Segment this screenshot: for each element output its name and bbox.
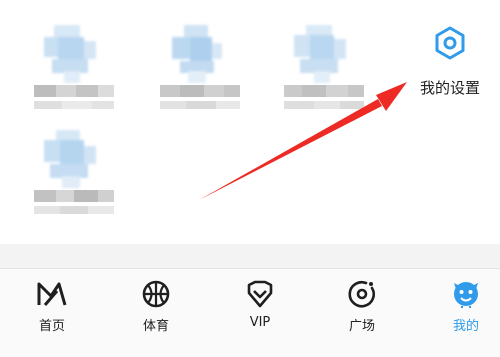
blurred-icon [170, 25, 222, 85]
my-settings-item[interactable]: 我的设置 [412, 25, 488, 100]
blurred-label-shadow [34, 101, 114, 109]
my-settings-label: 我的设置 [419, 79, 480, 97]
tab-vip-label: VIP [249, 315, 271, 330]
tab-home-label: 首页 [38, 319, 65, 334]
vip-shield-icon [247, 280, 273, 308]
blurred-label [160, 85, 240, 97]
tab-vip[interactable]: VIP [230, 279, 290, 339]
tab-mine[interactable]: 我的 [436, 279, 496, 339]
blurred-label-shadow [34, 206, 114, 214]
basketball-icon [142, 280, 170, 308]
blurred-icon [294, 25, 346, 85]
blurred-label [34, 85, 114, 97]
blurred-menu-item[interactable] [34, 25, 114, 115]
tab-plaza-label: 广场 [348, 319, 375, 334]
hexagon-settings-icon [435, 26, 465, 60]
tab-plaza[interactable]: 广场 [332, 279, 392, 339]
menu-grid: 我的设置 [0, 0, 500, 245]
tab-home[interactable]: 首页 [22, 279, 82, 339]
blurred-menu-item[interactable] [284, 25, 364, 115]
plaza-ring-icon [348, 280, 376, 308]
smiley-mascot-icon [454, 282, 478, 308]
tab-mine-label: 我的 [452, 319, 479, 334]
blurred-label [284, 85, 364, 97]
blurred-icon [44, 130, 96, 190]
blurred-icon [44, 25, 96, 85]
blurred-label-shadow [160, 101, 240, 109]
tab-sports-label: 体育 [142, 319, 169, 334]
blurred-label-shadow [284, 101, 364, 109]
section-divider [0, 244, 500, 268]
home-logo-icon [37, 282, 67, 306]
tab-sports[interactable]: 体育 [126, 279, 186, 339]
blurred-menu-item[interactable] [160, 25, 240, 115]
bottom-tab-bar: 首页 体育 VIP 广场 我的 [0, 268, 500, 357]
blurred-label [34, 190, 114, 202]
blurred-menu-item[interactable] [34, 130, 114, 220]
